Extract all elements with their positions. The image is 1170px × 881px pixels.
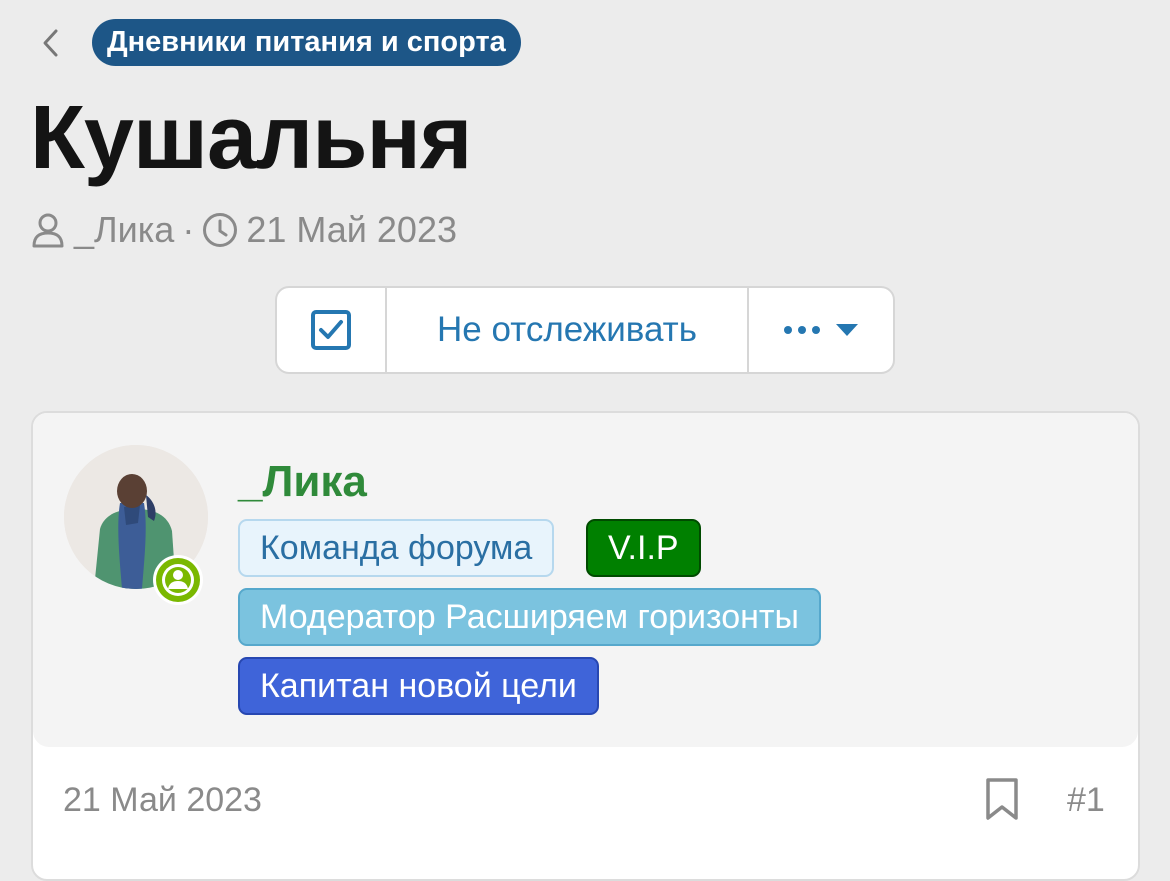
online-status-icon [153,555,203,605]
post-card: _Лика Команда форума V.I.P Модератор Рас… [31,411,1140,881]
back-button[interactable] [36,28,64,58]
thread-meta: _Лика · 21 Май 2023 [30,208,457,252]
caret-down-icon [836,324,858,336]
post-number-link[interactable]: #1 [1067,781,1105,820]
bookmark-button[interactable] [985,777,1019,821]
thread-author[interactable]: _Лика [74,209,174,251]
user-badge-vip: V.I.P [586,519,701,577]
user-badge-captain: Капитан новой цели [238,657,599,715]
meta-separator: · [182,209,195,250]
user-icon [30,212,66,248]
clock-icon [202,212,238,248]
thread-actions: Не отслеживать [275,286,895,374]
post-date[interactable]: 21 Май 2023 [63,781,262,820]
page-title: Кушальня [30,88,472,188]
checkbox-checked-icon [311,310,351,350]
select-thread-button[interactable] [277,288,387,372]
chevron-left-icon [43,29,58,57]
thread-date[interactable]: 21 Май 2023 [246,209,457,251]
breadcrumb[interactable]: Дневники питания и спорта [92,19,521,66]
more-options-button[interactable] [749,288,893,372]
user-badge-moderator: Модератор Расширяем горизонты [238,588,821,646]
post-user-block: _Лика Команда форума V.I.P Модератор Рас… [33,413,1138,747]
ellipsis-icon [784,326,820,334]
unwatch-button[interactable]: Не отслеживать [387,288,749,372]
post-username[interactable]: _Лика [238,457,367,507]
bookmark-icon [986,778,1018,820]
user-badge-forum-team: Команда форума [238,519,555,577]
